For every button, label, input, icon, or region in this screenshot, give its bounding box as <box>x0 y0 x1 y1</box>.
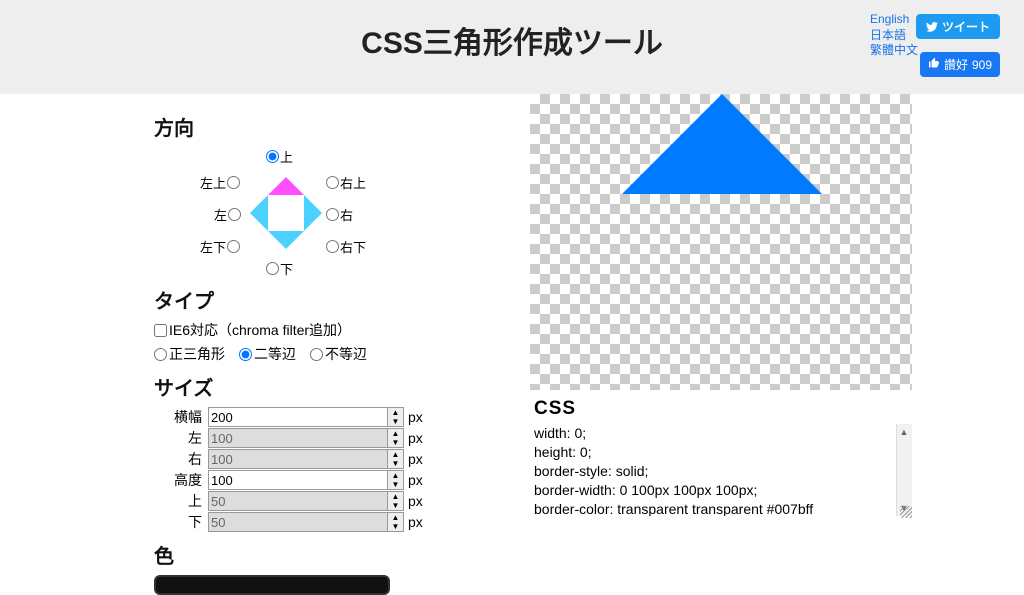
tweet-button[interactable]: ツイート <box>916 14 1000 39</box>
section-direction: 方向 <box>154 112 522 141</box>
top-input <box>208 491 388 511</box>
width-stepper[interactable]: ▲▼ <box>388 407 404 427</box>
top-label: 上 <box>154 491 208 511</box>
type-scalene[interactable]: 不等辺 <box>310 344 367 364</box>
width-input[interactable] <box>208 407 388 427</box>
resize-grip-icon[interactable] <box>900 506 912 518</box>
height-stepper[interactable]: ▲▼ <box>388 470 404 490</box>
facebook-like-button[interactable]: 讚好 909 <box>920 52 1000 77</box>
lang-chinese[interactable]: 繁體中文 <box>870 43 918 59</box>
left-label: 左 <box>154 428 208 448</box>
ie6-checkbox[interactable]: IE6対応（chroma filter追加） <box>154 320 522 340</box>
bottom-input <box>208 512 388 532</box>
dir-left[interactable]: 左 <box>214 205 241 224</box>
bottom-label: 下 <box>154 512 208 532</box>
direction-picker: 上 右上 右 右下 下 左下 左 左上 <box>182 147 382 277</box>
css-output-title: CSS <box>534 398 912 420</box>
thumbs-up-icon <box>928 57 940 72</box>
bottom-stepper: ▲▼ <box>388 512 404 532</box>
right-stepper: ▲▼ <box>388 449 404 469</box>
right-input <box>208 449 388 469</box>
twitter-icon <box>926 22 938 32</box>
height-label: 高度 <box>154 470 208 490</box>
language-switcher: English 日本語 繁體中文 <box>870 12 918 59</box>
triangle-preview <box>530 94 912 390</box>
direction-preview-icon <box>250 177 322 249</box>
scroll-up-icon[interactable]: ▲ <box>896 424 912 440</box>
section-type: タイプ <box>154 285 522 314</box>
css-output[interactable]: width: 0; height: 0; border-style: solid… <box>530 424 912 516</box>
dir-bottom[interactable]: 下 <box>266 259 293 278</box>
left-input <box>208 428 388 448</box>
dir-topleft[interactable]: 左上 <box>200 173 240 192</box>
type-isosceles[interactable]: 二等辺 <box>239 344 296 364</box>
top-stepper: ▲▼ <box>388 491 404 511</box>
type-equilateral[interactable]: 正三角形 <box>154 344 225 364</box>
lang-japanese[interactable]: 日本語 <box>870 28 918 44</box>
triangle-shape <box>622 94 822 194</box>
dir-bottomright[interactable]: 右下 <box>326 237 366 256</box>
dir-topright[interactable]: 右上 <box>326 173 366 192</box>
lang-english[interactable]: English <box>870 12 918 28</box>
height-input[interactable] <box>208 470 388 490</box>
dir-top[interactable]: 上 <box>266 147 293 166</box>
scrollbar[interactable]: ▲ ▼ <box>896 424 912 516</box>
dir-bottomleft[interactable]: 左下 <box>200 237 240 256</box>
dir-right[interactable]: 右 <box>326 205 353 224</box>
color-picker[interactable] <box>154 575 390 595</box>
left-stepper: ▲▼ <box>388 428 404 448</box>
section-size: サイズ <box>154 372 522 401</box>
right-label: 右 <box>154 449 208 469</box>
section-color: 色 <box>154 540 522 569</box>
width-label: 横幅 <box>154 407 208 427</box>
